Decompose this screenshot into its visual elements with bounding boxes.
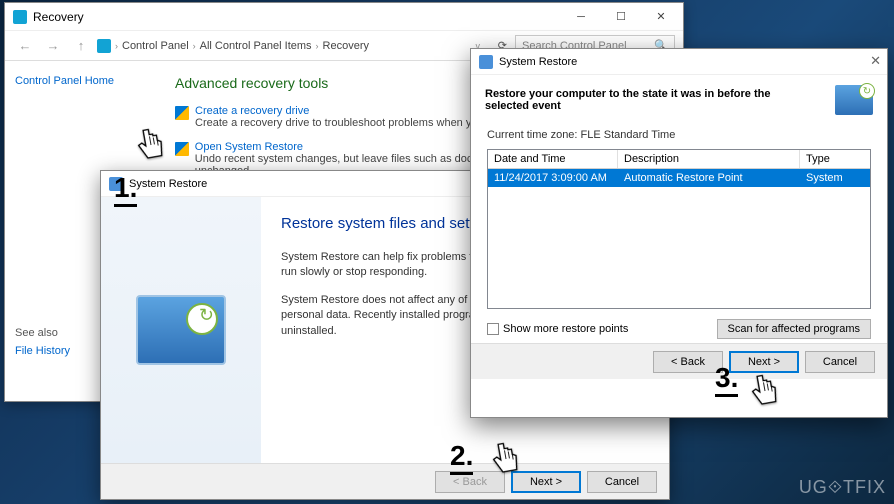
cancel-button[interactable]: Cancel [587,471,657,493]
column-date[interactable]: Date and Time [488,150,618,168]
step-3-label: 3. [715,362,738,397]
table-row[interactable]: 11/24/2017 3:09:00 AM Automatic Restore … [488,169,870,187]
shield-icon [175,106,189,120]
wizard-header: Restore your computer to the state it wa… [471,75,887,125]
wizard-banner [101,197,261,463]
up-arrow-icon[interactable]: ↑ [69,34,93,58]
monitor-restore-icon [136,295,226,365]
breadcrumb[interactable]: › Control Panel › All Control Panel Item… [97,39,462,53]
wizard-heading: Restore your computer to the state it wa… [485,88,805,112]
control-panel-icon [97,39,111,53]
wizard-title: System Restore [499,56,577,68]
next-button[interactable]: Next > [729,351,799,373]
show-more-checkbox[interactable]: Show more restore points [487,323,628,335]
chevron-right-icon: › [115,41,118,51]
breadcrumb-item[interactable]: Control Panel [122,40,189,52]
maximize-button[interactable]: ☐ [601,4,641,30]
timezone-label: Current time zone: FLE Standard Time [487,129,871,141]
wizard-title: System Restore [129,178,207,190]
close-icon[interactable]: ✕ [870,53,881,69]
system-restore-wizard-2: System Restore ✕ Restore your computer t… [470,48,888,418]
monitor-restore-icon [835,85,873,115]
wizard-titlebar: System Restore ✕ [471,49,887,75]
column-description[interactable]: Description [618,150,800,168]
watermark: UG⟐TFIX [799,477,886,498]
control-panel-home-link[interactable]: Control Panel Home [15,75,145,87]
back-button[interactable]: < Back [653,351,723,373]
breadcrumb-item[interactable]: Recovery [323,40,369,52]
restore-points-table: Date and Time Description Type 11/24/201… [487,149,871,309]
cancel-button[interactable]: Cancel [805,351,875,373]
scan-affected-button[interactable]: Scan for affected programs [717,319,871,339]
cell-description: Automatic Restore Point [618,169,800,187]
cell-date: 11/24/2017 3:09:00 AM [488,169,618,187]
column-type[interactable]: Type [800,150,870,168]
forward-arrow-icon[interactable]: → [41,34,65,58]
checkbox-label: Show more restore points [503,323,628,335]
chevron-right-icon: › [316,41,319,51]
cell-type: System [800,169,870,187]
shield-icon [175,142,189,156]
window-title: Recovery [33,10,561,24]
window-controls: ─ ☐ ✕ [561,4,681,30]
recovery-icon [13,10,27,24]
step-1-label: 1. [114,172,137,207]
step-2-label: 2. [450,440,473,475]
wizard-footer: < Back Next > Cancel [471,343,887,379]
next-button[interactable]: Next > [511,471,581,493]
table-footer: Show more restore points Scan for affect… [487,319,871,339]
minimize-button[interactable]: ─ [561,4,601,30]
breadcrumb-item[interactable]: All Control Panel Items [200,40,312,52]
titlebar: Recovery ─ ☐ ✕ [5,3,683,31]
back-arrow-icon[interactable]: ← [13,34,37,58]
system-restore-icon [479,55,493,69]
checkbox-icon[interactable] [487,323,499,335]
table-header: Date and Time Description Type [488,150,870,169]
close-button[interactable]: ✕ [641,4,681,30]
wizard-body: Current time zone: FLE Standard Time Dat… [471,125,887,343]
wizard-footer: < Back Next > Cancel [101,463,669,499]
chevron-right-icon: › [193,41,196,51]
